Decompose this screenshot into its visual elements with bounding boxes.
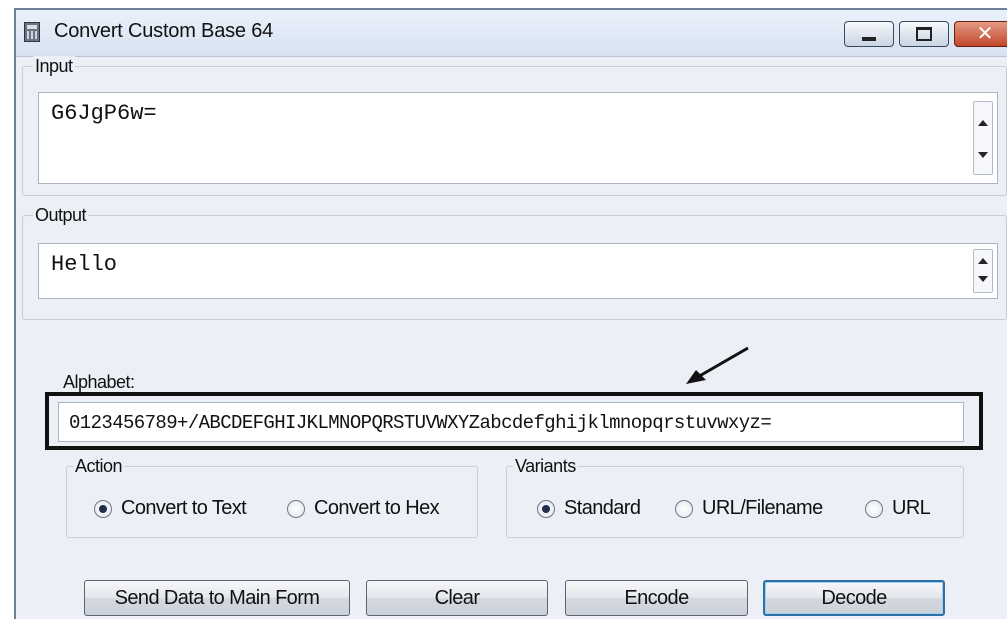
output-scrollbar[interactable] <box>973 249 993 293</box>
window-title: Convert Custom Base 64 <box>54 20 274 42</box>
radio-label: Standard <box>564 497 641 519</box>
radio-icon[interactable] <box>287 499 305 518</box>
radio-label: URL <box>892 497 931 519</box>
input-scrollbar[interactable] <box>973 101 993 175</box>
radio-label: Convert to Hex <box>314 497 440 519</box>
alphabet-label: Alphabet: <box>63 372 135 392</box>
radio-icon[interactable] <box>865 499 883 518</box>
scroll-up-icon[interactable] <box>978 258 988 264</box>
radio-icon[interactable] <box>675 499 693 518</box>
action-legend: Action <box>73 456 125 477</box>
close-icon: ✕ <box>976 23 994 45</box>
radio-convert-to-hex[interactable]: Convert to Hex <box>287 497 440 520</box>
radio-label: Convert to Text <box>121 497 247 519</box>
input-text: G6JgP6w= <box>51 101 157 126</box>
input-group: Input G6JgP6w= <box>22 56 1007 196</box>
calculator-icon <box>24 22 40 42</box>
action-group: Action Convert to Text Convert to Hex <box>66 456 478 538</box>
clear-button[interactable]: Clear <box>366 580 548 616</box>
scroll-down-icon[interactable] <box>978 152 988 158</box>
radio-url[interactable]: URL <box>865 497 931 520</box>
maximize-button[interactable] <box>899 21 949 47</box>
radio-standard[interactable]: Standard <box>537 497 641 520</box>
input-legend: Input <box>33 56 75 77</box>
minimize-button[interactable] <box>844 21 894 47</box>
variants-group: Variants Standard URL/Filename URL <box>506 456 964 538</box>
output-legend: Output <box>33 205 89 226</box>
close-button[interactable]: ✕ <box>954 21 1007 47</box>
send-to-main-form-button[interactable]: Send Data to Main Form <box>84 580 350 616</box>
minimize-icon <box>862 37 876 41</box>
scroll-down-icon[interactable] <box>978 276 988 282</box>
title-bar: Convert Custom Base 64 ✕ <box>16 10 1007 57</box>
output-group: Output Hello <box>22 205 1007 320</box>
input-textbox[interactable]: G6JgP6w= <box>38 92 998 184</box>
scroll-up-icon[interactable] <box>978 120 988 126</box>
output-text: Hello <box>51 252 118 277</box>
arrow-icon <box>686 346 749 384</box>
maximize-icon <box>916 27 932 41</box>
radio-icon[interactable] <box>94 499 112 518</box>
decode-button[interactable]: Decode <box>763 580 945 616</box>
alphabet-text: 0123456789+/ABCDEFGHIJKLMNOPQRSTUVWXYZab… <box>69 412 772 434</box>
radio-url-filename[interactable]: URL/Filename <box>675 497 823 520</box>
variants-legend: Variants <box>513 456 578 477</box>
radio-convert-to-text[interactable]: Convert to Text <box>94 497 247 520</box>
output-textbox[interactable]: Hello <box>38 243 998 299</box>
encode-button[interactable]: Encode <box>565 580 748 616</box>
radio-icon[interactable] <box>537 499 555 518</box>
radio-label: URL/Filename <box>702 497 823 519</box>
alphabet-input[interactable]: 0123456789+/ABCDEFGHIJKLMNOPQRSTUVWXYZab… <box>58 402 964 442</box>
